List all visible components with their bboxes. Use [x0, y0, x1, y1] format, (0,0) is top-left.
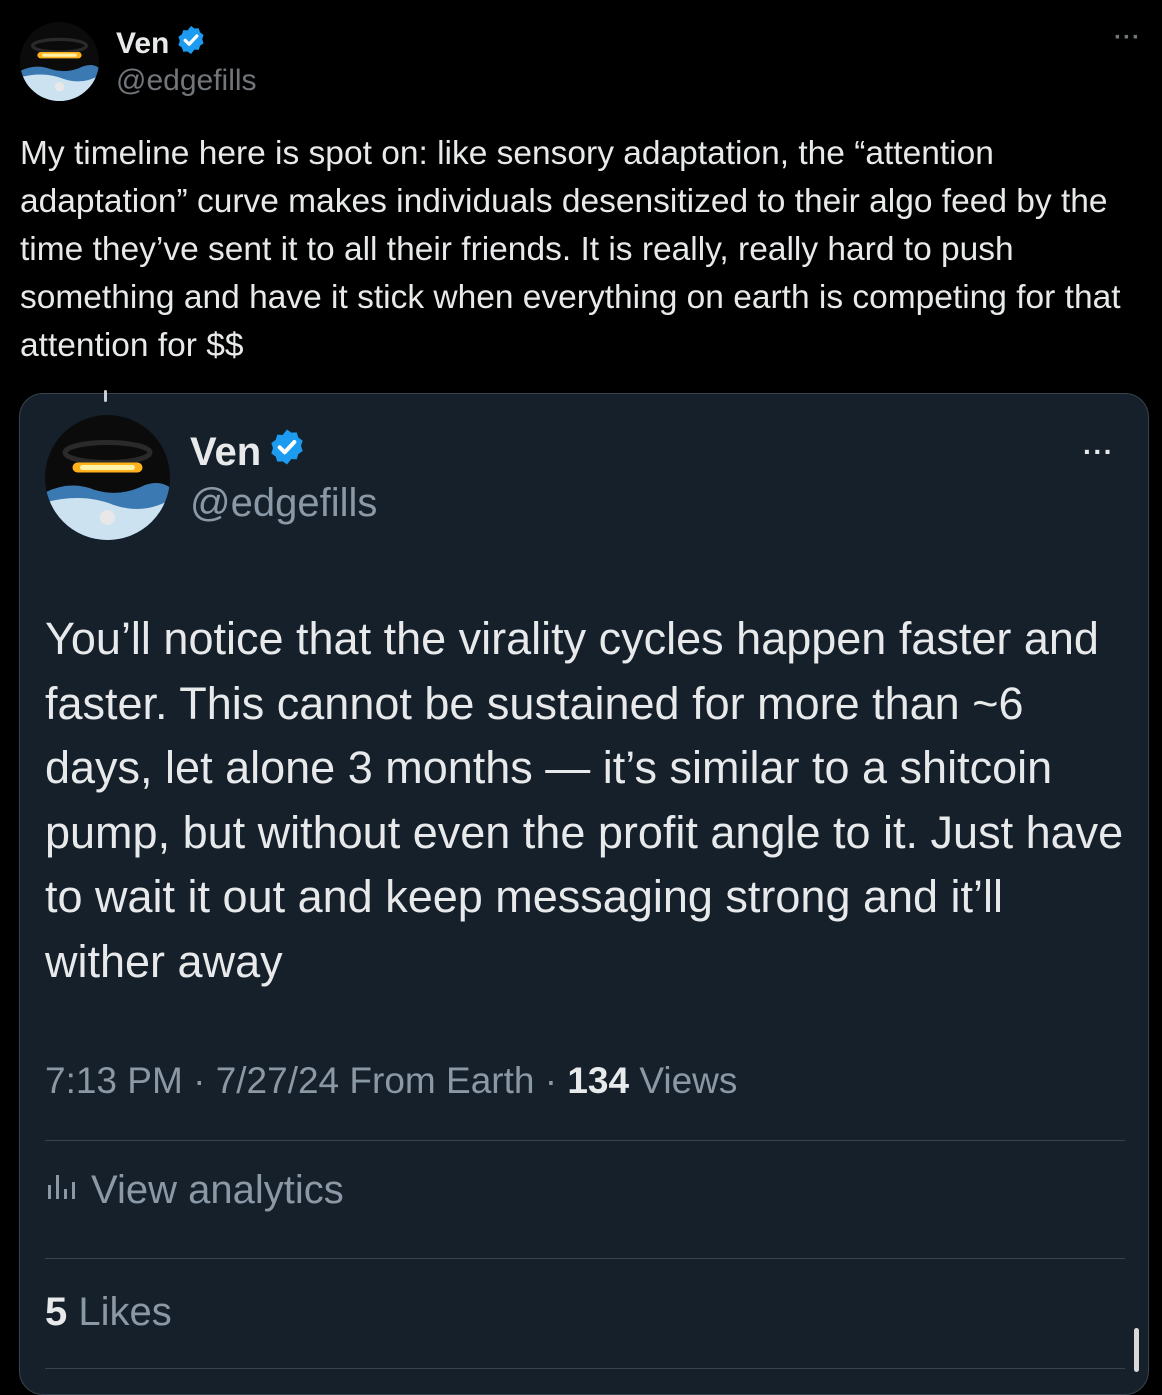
- analytics-icon: [45, 1168, 91, 1213]
- quoted-author-name[interactable]: Ven: [190, 430, 261, 475]
- author-name[interactable]: Ven: [116, 27, 169, 61]
- quoted-author-handle[interactable]: @edgefills: [190, 481, 377, 526]
- author-handle[interactable]: @edgefills: [116, 64, 257, 98]
- analytics-label: View analytics: [91, 1168, 344, 1212]
- quoted-more-options-button[interactable]: ···: [1083, 436, 1114, 468]
- verified-badge-icon: [175, 24, 207, 64]
- divider: [45, 1140, 1125, 1141]
- view-analytics-link[interactable]: View analytics: [45, 1168, 344, 1213]
- quoted-tweet-text: You’ll notice that the virality cycles h…: [45, 613, 1124, 987]
- tweet-date[interactable]: 7/27/24: [216, 1060, 339, 1101]
- verified-badge-icon: [267, 427, 307, 477]
- divider: [45, 1258, 1125, 1259]
- quoted-avatar[interactable]: [45, 415, 170, 540]
- divider: [45, 1368, 1125, 1369]
- tweet-text: My timeline here is spot on: like sensor…: [20, 135, 1121, 364]
- tweet-location: From Earth: [339, 1060, 535, 1101]
- avatar[interactable]: [20, 22, 99, 101]
- meta-separator: ·: [182, 1060, 216, 1101]
- more-options-button[interactable]: ···: [1114, 24, 1141, 52]
- meta-separator: ·: [534, 1060, 568, 1101]
- tweet-metadata: 7:13 PM · 7/27/24 From Earth · 134 Views: [45, 1060, 737, 1102]
- likes-label: Likes: [67, 1290, 172, 1334]
- likes-count: 5: [45, 1290, 68, 1334]
- card-connector: [104, 390, 107, 402]
- views-count: 134: [567, 1060, 630, 1101]
- views-label: Views: [629, 1060, 738, 1101]
- likes-link[interactable]: 5 Likes: [45, 1290, 172, 1335]
- tweet-time[interactable]: 7:13 PM: [45, 1060, 183, 1101]
- scrollbar[interactable]: [1134, 1328, 1139, 1372]
